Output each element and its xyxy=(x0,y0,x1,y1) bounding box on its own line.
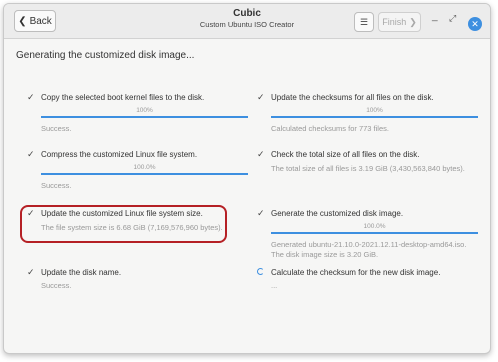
checkmark-icon: ✓ xyxy=(257,92,265,102)
progress-percent: 100% xyxy=(136,107,153,114)
checkmark-icon: ✓ xyxy=(27,267,35,277)
task-status: Generated ubuntu-21.10.0-2021.12.11-desk… xyxy=(271,240,467,249)
progress-fill xyxy=(271,232,478,234)
task-status: ... xyxy=(271,281,278,290)
maximize-button[interactable]: ⤢ xyxy=(449,13,456,24)
task-label: Generate the customized disk image. xyxy=(271,209,404,218)
task-status: Success. xyxy=(41,281,72,290)
task-label: Copy the selected boot kernel files to t… xyxy=(41,93,205,102)
progress-fill xyxy=(41,173,248,175)
progress-percent: 100.0% xyxy=(133,164,156,171)
highlight-box xyxy=(20,205,227,243)
task-label: Update the checksums for all files on th… xyxy=(271,93,434,102)
close-icon: ✕ xyxy=(471,18,479,29)
checkmark-icon: ✓ xyxy=(27,149,35,159)
progress-bar xyxy=(271,116,478,118)
list-button[interactable]: ☰ xyxy=(354,12,374,32)
checkmark-icon: ✓ xyxy=(27,92,35,102)
task-status: Success. xyxy=(41,124,72,133)
progress-bar xyxy=(271,232,478,234)
progress-percent: 100.0% xyxy=(363,223,386,230)
progress-bar xyxy=(41,116,248,118)
task-label: Check the total size of all files on the… xyxy=(271,150,420,159)
task-label: Update the disk name. xyxy=(41,268,122,277)
chevron-right-icon: ❯ xyxy=(409,16,417,27)
progress-percent: 100% xyxy=(366,107,383,114)
finish-button-label: Finish xyxy=(382,17,407,27)
task-label: Calculate the checksum for the new disk … xyxy=(271,268,441,277)
checkmark-icon: ✓ xyxy=(257,149,265,159)
minimize-button[interactable]: _ xyxy=(432,11,438,22)
close-button[interactable]: ✕ xyxy=(468,17,482,31)
task-status: Success. xyxy=(41,181,72,190)
task-status: Calculated checksums for 773 files. xyxy=(271,124,389,133)
cubic-window: ❮ Back Cubic Custom Ubuntu ISO Creator ☰… xyxy=(3,3,491,354)
page-heading: Generating the customized disk image... xyxy=(16,50,195,61)
task-status: The total size of all files is 3.19 GiB … xyxy=(271,164,465,173)
spinner-icon xyxy=(257,268,264,275)
titlebar: ❮ Back Cubic Custom Ubuntu ISO Creator ☰… xyxy=(4,4,490,39)
progress-bar xyxy=(41,173,248,175)
finish-button[interactable]: Finish ❯ xyxy=(378,12,421,32)
checkmark-icon: ✓ xyxy=(257,208,265,218)
progress-fill xyxy=(271,116,478,118)
task-status-detail: The disk image size is 3.20 GiB. xyxy=(271,250,379,259)
list-icon: ☰ xyxy=(359,16,369,27)
task-label: Compress the customized Linux file syste… xyxy=(41,150,198,159)
progress-fill xyxy=(41,116,248,118)
